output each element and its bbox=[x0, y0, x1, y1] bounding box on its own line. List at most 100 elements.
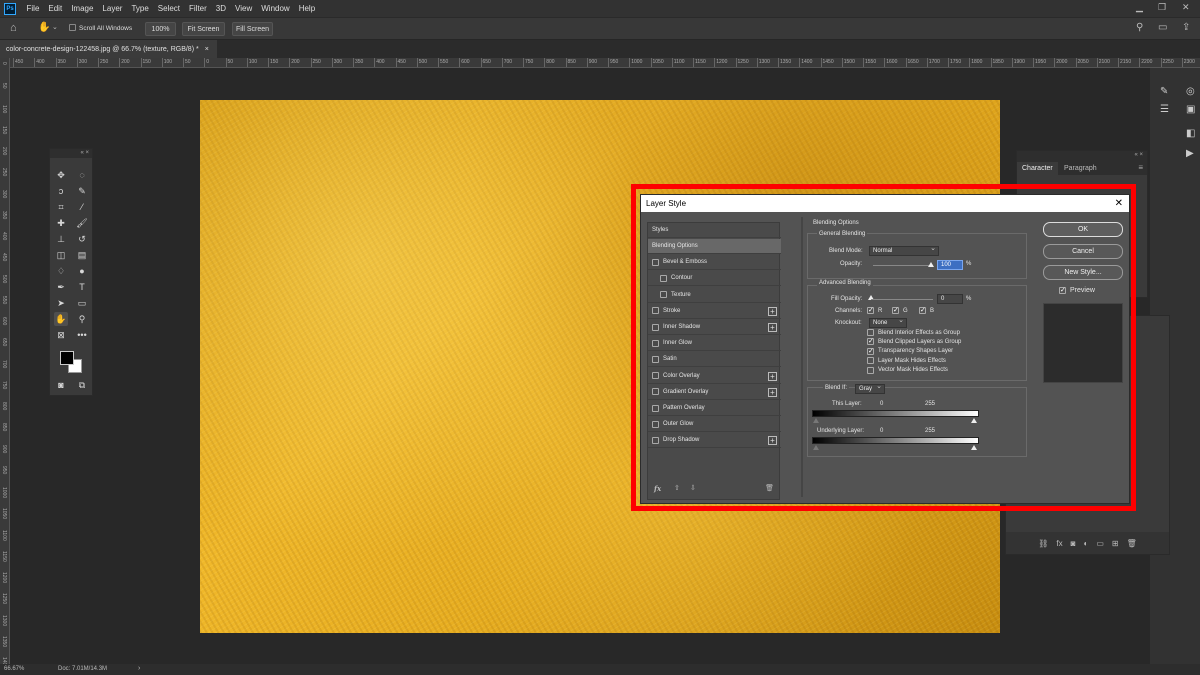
add-effect-icon[interactable]: + bbox=[768, 306, 777, 316]
adv-option-checkbox[interactable] bbox=[867, 329, 874, 336]
style-checkbox[interactable] bbox=[652, 258, 659, 266]
add-effect-icon[interactable]: + bbox=[768, 387, 777, 397]
history-brush-icon[interactable]: ↺ bbox=[75, 232, 89, 246]
zoom-tool-icon[interactable]: ⚲ bbox=[75, 312, 89, 326]
style-item-gradient-overlay[interactable]: Gradient Overlay + bbox=[648, 385, 781, 400]
status-zoom[interactable]: 66.67% bbox=[4, 666, 24, 672]
properties-panel-icon[interactable]: ◧ bbox=[1186, 128, 1195, 139]
adv-option-layer-mask-hides-effects[interactable]: Layer Mask Hides Effects bbox=[867, 357, 946, 365]
adv-option-checkbox[interactable] bbox=[867, 366, 874, 374]
fill-opacity-input[interactable]: 0 bbox=[937, 294, 963, 304]
channel-b[interactable]: B bbox=[919, 306, 934, 314]
add-effect-icon[interactable]: + bbox=[768, 371, 777, 381]
adv-option-vector-mask-hides-effects[interactable]: Vector Mask Hides Effects bbox=[867, 366, 948, 374]
style-checkbox[interactable] bbox=[652, 307, 659, 315]
move-up-icon[interactable]: ⇧ bbox=[674, 484, 680, 492]
frame-tool-icon[interactable]: ⊠ bbox=[54, 328, 68, 342]
styles-header[interactable]: Styles bbox=[648, 223, 781, 238]
move-tool-icon[interactable]: ✥ bbox=[54, 168, 68, 182]
minimize-icon[interactable]: ▁ bbox=[1136, 2, 1143, 13]
home-icon[interactable]: ⌂ bbox=[10, 22, 17, 34]
screen-mode-icon[interactable]: ⧉ bbox=[75, 378, 89, 392]
scroll-all-windows-checkbox[interactable] bbox=[69, 24, 76, 31]
search-icon[interactable]: ⚲ bbox=[1136, 22, 1143, 33]
style-checkbox[interactable] bbox=[652, 323, 659, 331]
style-item-texture[interactable]: Texture bbox=[648, 288, 781, 303]
share-icon[interactable]: ⇪ bbox=[1182, 22, 1190, 33]
opacity-slider[interactable] bbox=[873, 265, 933, 266]
marquee-tool-icon[interactable]: ◌ bbox=[75, 168, 89, 182]
channel-r[interactable]: R bbox=[867, 306, 882, 314]
blend-if-select[interactable]: Gray bbox=[855, 383, 885, 394]
foreground-color-swatch[interactable] bbox=[60, 351, 74, 365]
lasso-tool-icon[interactable]: ↄ bbox=[54, 184, 68, 198]
pen-tool-icon[interactable]: ✒ bbox=[54, 280, 68, 294]
opacity-slider-thumb[interactable] bbox=[928, 262, 934, 267]
preview-toggle[interactable]: Preview bbox=[1059, 286, 1095, 294]
workspace-icon[interactable]: ▭ bbox=[1158, 22, 1167, 33]
channel-g[interactable]: G bbox=[892, 306, 908, 314]
menu-window[interactable]: Window bbox=[257, 4, 294, 13]
style-item-outer-glow[interactable]: Outer Glow bbox=[648, 417, 781, 433]
fill-screen-button[interactable]: Fill Screen bbox=[232, 22, 273, 36]
link-layers-icon[interactable]: ⛓ bbox=[1038, 539, 1048, 548]
quick-mask-icon[interactable]: ◙ bbox=[54, 378, 68, 392]
style-item-satin[interactable]: Satin bbox=[648, 352, 781, 368]
adv-option-blend-clipped-layers-as-group[interactable]: Blend Clipped Layers as Group bbox=[867, 337, 961, 346]
play-actions-icon[interactable]: ▶ bbox=[1186, 148, 1194, 159]
preview-checkbox[interactable] bbox=[1059, 286, 1066, 294]
tab-character[interactable]: Character bbox=[1017, 162, 1058, 175]
style-item-bevel-emboss[interactable]: Bevel & Emboss bbox=[648, 255, 781, 271]
hand-tool-active-icon[interactable]: ✋ bbox=[54, 312, 68, 326]
document-tab[interactable]: color-concrete-design-122458.jpg @ 66.7%… bbox=[0, 40, 217, 58]
style-checkbox[interactable] bbox=[652, 404, 659, 412]
fit-screen-button[interactable]: Fit Screen bbox=[182, 22, 225, 36]
style-checkbox[interactable] bbox=[652, 355, 659, 363]
this-layer-white-thumb[interactable] bbox=[971, 418, 977, 423]
blend-mode-select[interactable]: Normal bbox=[869, 245, 939, 256]
close-tab-icon[interactable]: × bbox=[205, 46, 209, 53]
learn-panel-icon[interactable]: ◎ bbox=[1186, 86, 1195, 97]
style-checkbox[interactable] bbox=[652, 436, 659, 444]
style-checkbox[interactable] bbox=[652, 372, 659, 380]
new-layer-icon[interactable]: ⊞ bbox=[1112, 539, 1119, 548]
adjustment-layer-icon[interactable]: ◐ bbox=[1083, 539, 1088, 548]
add-effect-icon[interactable]: + bbox=[768, 323, 777, 332]
libraries-panel-icon[interactable]: ▣ bbox=[1186, 104, 1195, 115]
style-item-drop-shadow[interactable]: Drop Shadow + bbox=[648, 433, 781, 449]
delete-layer-icon[interactable]: 🗑 bbox=[1127, 539, 1137, 548]
gradient-tool-icon[interactable]: ▤ bbox=[75, 248, 89, 262]
style-item-stroke[interactable]: Stroke + bbox=[648, 304, 781, 319]
eraser-tool-icon[interactable]: ◫ bbox=[54, 248, 68, 262]
channel-g-checkbox[interactable] bbox=[892, 306, 899, 314]
underlying-layer-black-thumb[interactable] bbox=[813, 445, 819, 450]
menu-edit[interactable]: Edit bbox=[44, 4, 67, 13]
fill-opacity-slider[interactable] bbox=[871, 299, 933, 300]
more-tools-icon[interactable]: ••• bbox=[75, 328, 89, 342]
panel-collapse-icon[interactable]: « × bbox=[1134, 152, 1143, 158]
style-item-blending-options[interactable]: Blending Options bbox=[648, 239, 781, 254]
new-group-icon[interactable]: ▭ bbox=[1096, 539, 1104, 548]
eyedropper-tool-icon[interactable]: ⁄ bbox=[75, 200, 89, 214]
opacity-input[interactable]: 100 bbox=[937, 260, 963, 270]
menu-type[interactable]: Type bbox=[127, 4, 153, 13]
style-item-color-overlay[interactable]: Color Overlay + bbox=[648, 369, 781, 384]
shape-tool-icon[interactable]: ▭ bbox=[75, 296, 89, 310]
menu-filter[interactable]: Filter bbox=[185, 4, 212, 13]
menu-layer[interactable]: Layer bbox=[98, 4, 127, 13]
style-checkbox[interactable] bbox=[652, 339, 659, 347]
zoom-100-button[interactable]: 100% bbox=[145, 22, 176, 36]
new-style-button[interactable]: New Style... bbox=[1043, 265, 1123, 280]
style-checkbox[interactable] bbox=[660, 291, 667, 299]
tools-panel-header[interactable]: « × bbox=[50, 149, 92, 158]
style-item-inner-shadow[interactable]: Inner Shadow + bbox=[648, 320, 781, 335]
hand-tool-icon[interactable]: ✋ bbox=[38, 22, 50, 33]
cancel-button[interactable]: Cancel bbox=[1043, 244, 1123, 259]
adjustments-panel-icon[interactable]: ☰ bbox=[1160, 104, 1169, 115]
style-checkbox[interactable] bbox=[652, 388, 659, 396]
status-chevron-icon[interactable]: › bbox=[138, 665, 140, 672]
type-tool-icon[interactable]: T bbox=[75, 280, 89, 294]
move-down-icon[interactable]: ⇩ bbox=[690, 484, 696, 492]
path-select-icon[interactable]: ➤ bbox=[54, 296, 68, 310]
style-checkbox[interactable] bbox=[660, 274, 667, 282]
